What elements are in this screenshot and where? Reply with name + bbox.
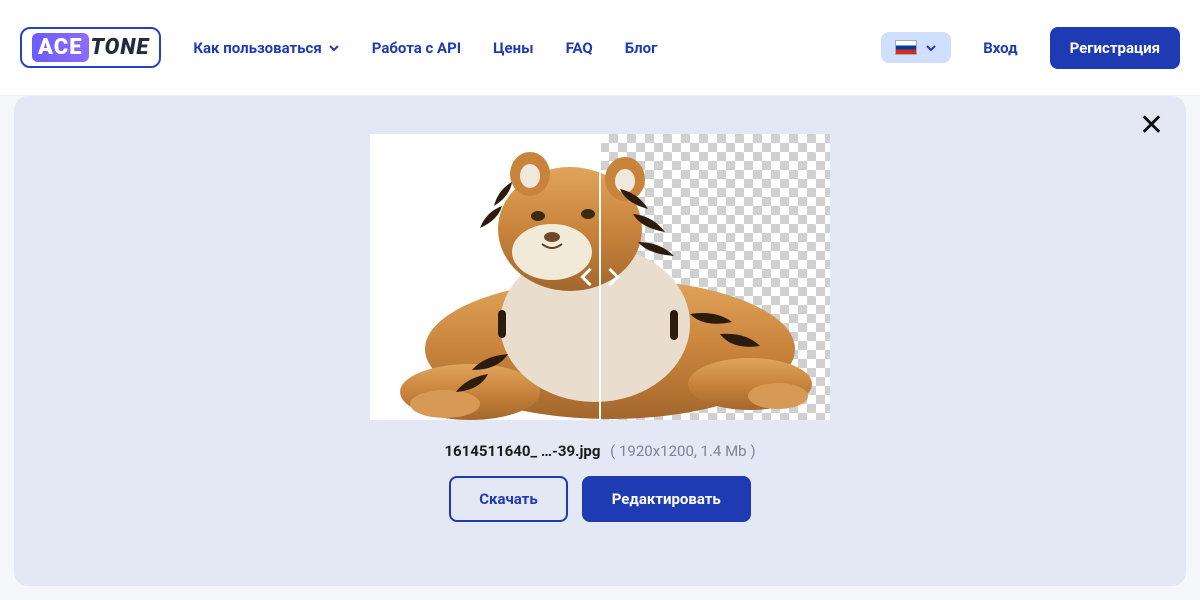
file-meta: 1614511640_ …-39.jpg ( 1920x1200, 1.4 Mb… <box>444 442 755 460</box>
transparent-bg <box>600 134 830 420</box>
register-button[interactable]: Регистрация <box>1050 27 1180 69</box>
image-compare[interactable] <box>370 134 830 420</box>
flag-ru-icon <box>895 40 917 55</box>
nav-api[interactable]: Работа с API <box>372 39 461 57</box>
logo[interactable]: ACE TONE <box>20 27 161 68</box>
login-link[interactable]: Вход <box>983 39 1017 57</box>
nav-faq[interactable]: FAQ <box>566 39 593 57</box>
download-button[interactable]: Скачать <box>449 476 568 522</box>
language-switcher[interactable] <box>881 32 951 63</box>
logo-right: TONE <box>91 35 150 60</box>
action-row: Скачать Редактировать <box>449 476 751 522</box>
nav: Как пользоваться Работа с API Цены FAQ Б… <box>193 39 657 57</box>
result-panel: ✕ <box>14 96 1186 586</box>
chevron-down-icon <box>925 42 937 54</box>
edit-button[interactable]: Редактировать <box>582 476 751 522</box>
nav-howto[interactable]: Как пользоваться <box>193 39 339 57</box>
file-name: 1614511640_ …-39.jpg <box>444 442 600 460</box>
chevron-down-icon <box>328 42 340 54</box>
close-icon[interactable]: ✕ <box>1139 108 1164 143</box>
nav-blog[interactable]: Блог <box>625 39 658 57</box>
compare-slider[interactable] <box>599 134 601 420</box>
nav-howto-label: Как пользоваться <box>193 39 321 57</box>
logo-left: ACE <box>32 33 89 62</box>
header: ACE TONE Как пользоваться Работа с API Ц… <box>0 0 1200 96</box>
nav-pricing[interactable]: Цены <box>493 39 533 57</box>
file-dimensions: ( 1920x1200, 1.4 Mb ) <box>610 442 755 460</box>
